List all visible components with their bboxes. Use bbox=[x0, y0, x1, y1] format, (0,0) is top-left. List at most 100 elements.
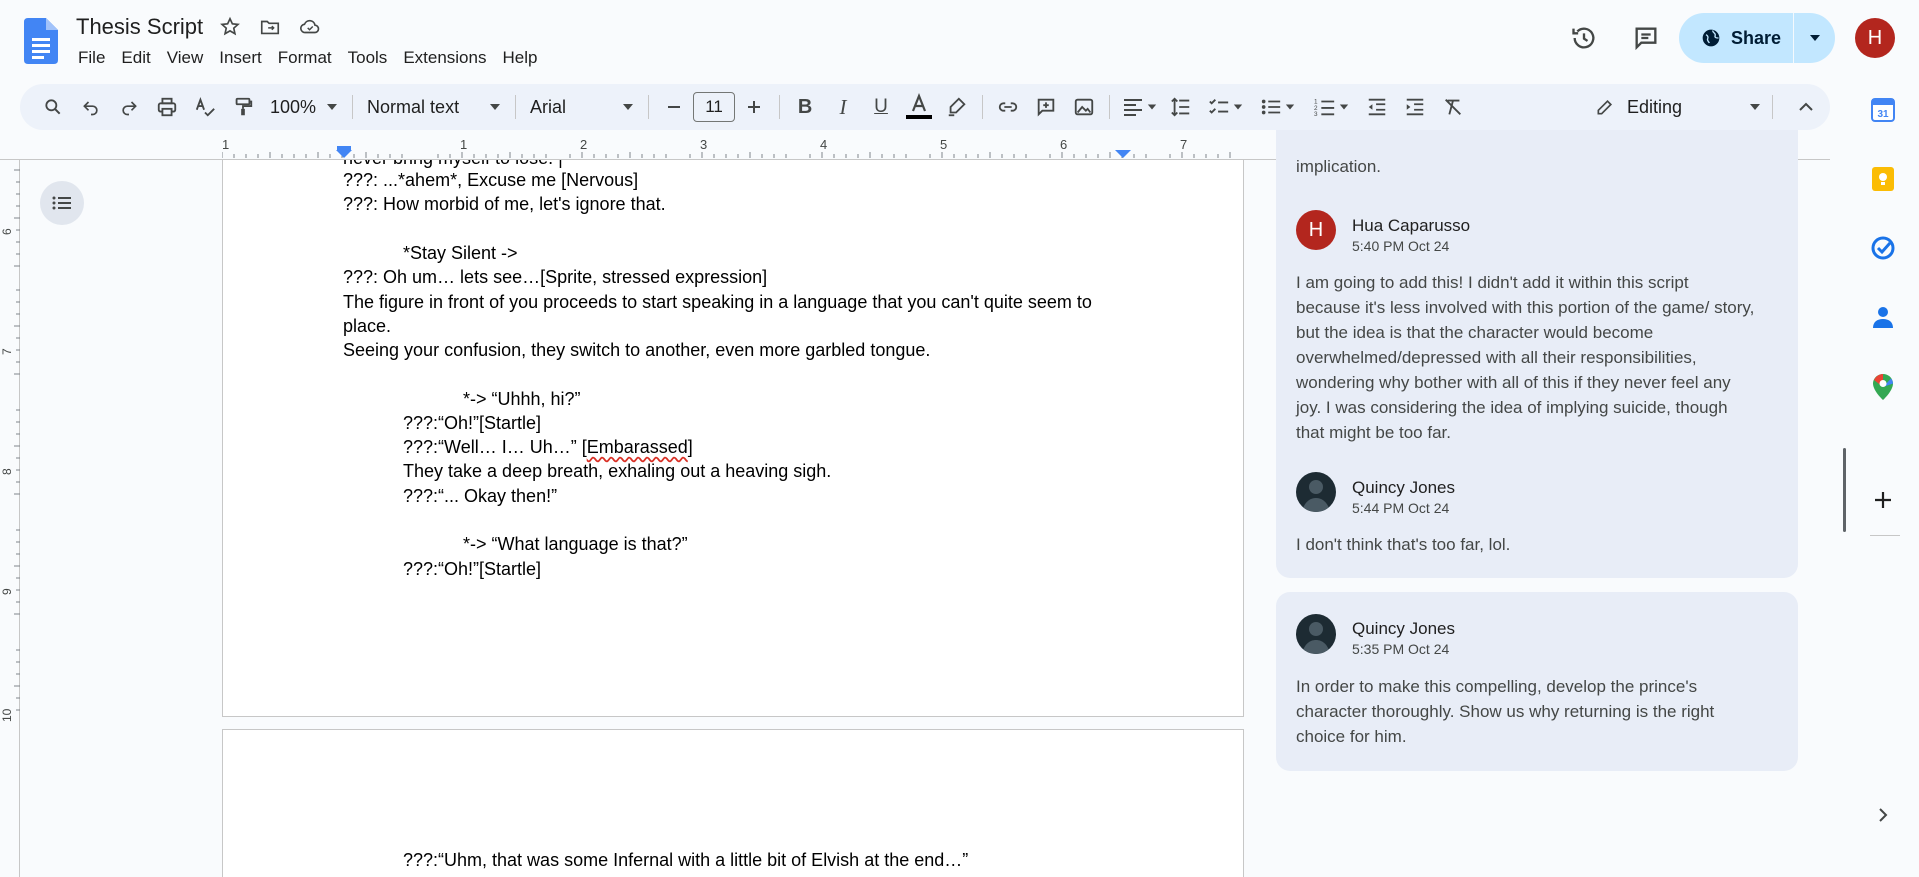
decrease-indent-icon[interactable] bbox=[1358, 91, 1396, 123]
insert-image-icon[interactable] bbox=[1065, 91, 1103, 123]
scrollbar-thumb[interactable] bbox=[1843, 448, 1846, 532]
document-page[interactable]: never bring myself to lose. | ???: ...*a… bbox=[222, 160, 1244, 717]
comments-icon[interactable] bbox=[1630, 22, 1662, 54]
increase-indent-icon[interactable] bbox=[1396, 91, 1434, 123]
bulleted-list-select[interactable] bbox=[1250, 91, 1304, 123]
menu-format[interactable]: Format bbox=[270, 46, 340, 70]
tasks-icon[interactable] bbox=[1868, 233, 1898, 263]
side-panel: 31 bbox=[1856, 90, 1916, 877]
editing-mode-select[interactable]: Editing bbox=[1595, 84, 1761, 130]
menu-file[interactable]: File bbox=[70, 46, 113, 70]
checklist-select[interactable] bbox=[1200, 91, 1250, 123]
comment-author: Quincy Jones bbox=[1352, 478, 1455, 497]
decrease-font-size-icon[interactable] bbox=[655, 91, 693, 123]
increase-font-size-icon[interactable] bbox=[735, 91, 773, 123]
comment-thread[interactable]: implication. H Hua Caparusso 5:40 PM Oct… bbox=[1276, 130, 1798, 578]
caret-down-icon bbox=[1233, 104, 1242, 110]
menu-edit[interactable]: Edit bbox=[113, 46, 158, 70]
ruler-number: 7 bbox=[0, 348, 14, 355]
redo-icon[interactable] bbox=[110, 91, 148, 123]
search-menus-icon[interactable] bbox=[34, 91, 72, 123]
calendar-icon[interactable]: 31 bbox=[1868, 95, 1898, 125]
keep-icon[interactable] bbox=[1868, 164, 1898, 194]
spellcheck-icon[interactable] bbox=[186, 91, 224, 123]
align-select[interactable] bbox=[1116, 91, 1162, 123]
text-color-icon[interactable] bbox=[900, 91, 938, 123]
doc-line: ???:“... Okay then!” bbox=[403, 486, 558, 506]
print-icon[interactable] bbox=[148, 91, 186, 123]
first-line-indent-marker[interactable] bbox=[337, 146, 351, 150]
document-page[interactable]: ???:“Uhm, that was some Infernal with a … bbox=[222, 729, 1244, 877]
hide-menus-icon[interactable] bbox=[1790, 91, 1822, 123]
font-value: Arial bbox=[530, 96, 567, 117]
numbered-list-select[interactable]: 123 bbox=[1304, 91, 1358, 123]
comment-author: Quincy Jones bbox=[1352, 619, 1455, 638]
comment-thread[interactable]: Quincy Jones 5:35 PM Oct 24 In order to … bbox=[1276, 592, 1798, 771]
comment-body: implication. bbox=[1296, 157, 1382, 176]
share-main-button[interactable]: Share bbox=[1679, 13, 1793, 63]
ruler-number: 5 bbox=[940, 138, 947, 152]
menu-extensions[interactable]: Extensions bbox=[395, 46, 494, 70]
paragraph-style-select[interactable]: Normal text bbox=[359, 91, 509, 123]
comment-body: I don't think that's too far, lol. bbox=[1296, 535, 1511, 554]
add-comment-icon[interactable] bbox=[1027, 91, 1065, 123]
left-indent-marker[interactable] bbox=[336, 150, 352, 158]
docs-logo-icon[interactable] bbox=[24, 18, 58, 64]
line-spacing-icon[interactable] bbox=[1162, 91, 1200, 123]
version-history-icon[interactable] bbox=[1568, 22, 1600, 54]
underline-icon[interactable]: U bbox=[862, 91, 900, 123]
bold-icon[interactable]: B bbox=[786, 91, 824, 123]
insert-link-icon[interactable] bbox=[989, 91, 1027, 123]
doc-line: ???:“Oh!”[Startle] bbox=[403, 413, 542, 433]
undo-icon[interactable] bbox=[72, 91, 110, 123]
font-select[interactable]: Arial bbox=[522, 91, 642, 123]
ruler-number: 1 bbox=[222, 138, 229, 152]
add-addon-icon[interactable] bbox=[1868, 485, 1898, 515]
user-photo-icon bbox=[1302, 622, 1330, 654]
avatar bbox=[1296, 614, 1336, 654]
globe-icon bbox=[1702, 29, 1720, 47]
horizontal-ruler: 1 1 2 3 4 5 6 7 bbox=[222, 138, 1231, 158]
doc-line: ???: Oh um… lets see…[Sprite, stressed e… bbox=[343, 267, 768, 287]
zoom-select[interactable]: 100% bbox=[262, 91, 346, 123]
doc-line: ???:“Oh!”[Startle] bbox=[403, 559, 542, 579]
doc-line: Seeing your confusion, they switch to an… bbox=[343, 340, 931, 360]
menu-insert[interactable]: Insert bbox=[211, 46, 270, 70]
caret-down-icon bbox=[1809, 35, 1820, 41]
share-button[interactable]: Share bbox=[1679, 13, 1835, 63]
document-outline-button[interactable] bbox=[40, 181, 84, 225]
star-icon[interactable] bbox=[217, 14, 243, 40]
doc-title[interactable]: Thesis Script bbox=[76, 14, 203, 40]
highlight-color-icon[interactable] bbox=[938, 91, 976, 123]
account-avatar[interactable]: H bbox=[1855, 18, 1895, 58]
maps-icon[interactable] bbox=[1868, 372, 1898, 402]
menu-view[interactable]: View bbox=[159, 46, 212, 70]
spelling-error-word[interactable]: Embarassed bbox=[587, 437, 688, 457]
checklist-icon bbox=[1208, 99, 1228, 114]
right-indent-marker[interactable] bbox=[1115, 150, 1131, 158]
caret-down-icon bbox=[1339, 104, 1348, 110]
svg-text:31: 31 bbox=[1877, 109, 1889, 120]
cloud-saved-icon[interactable] bbox=[297, 14, 323, 40]
share-dropdown-button[interactable] bbox=[1794, 13, 1835, 63]
font-size-input[interactable]: 11 bbox=[693, 92, 736, 122]
comment-timestamp: 5:40 PM Oct 24 bbox=[1352, 238, 1450, 254]
svg-text:3: 3 bbox=[1314, 111, 1318, 118]
comment-body: I am going to add this! I didn't add it … bbox=[1296, 273, 1755, 442]
doc-line: The figure in front of you proceeds to s… bbox=[343, 292, 1092, 312]
caret-down-icon bbox=[490, 104, 501, 110]
menu-tools[interactable]: Tools bbox=[340, 46, 396, 70]
italic-icon[interactable]: I bbox=[824, 91, 862, 123]
numbered-list-icon: 123 bbox=[1314, 98, 1334, 118]
clear-formatting-icon[interactable] bbox=[1434, 91, 1472, 123]
menubar: File Edit View Insert Format Tools Exten… bbox=[70, 46, 545, 70]
move-folder-icon[interactable] bbox=[257, 14, 283, 40]
doc-line: ???:“Uhm, that was some Infernal with a … bbox=[403, 850, 969, 870]
doc-line-annotated: ???:“Well… I… Uh…” [Embarassed] bbox=[403, 435, 693, 459]
caret-down-icon bbox=[1285, 104, 1294, 110]
contacts-icon[interactable] bbox=[1868, 302, 1898, 332]
menu-help[interactable]: Help bbox=[494, 46, 545, 70]
toolbar: 100% Normal text Arial 11 B I U 1 2 3 Ed… bbox=[20, 84, 1830, 130]
paint-format-icon[interactable] bbox=[224, 91, 262, 123]
chevron-right-icon[interactable] bbox=[1868, 800, 1898, 830]
